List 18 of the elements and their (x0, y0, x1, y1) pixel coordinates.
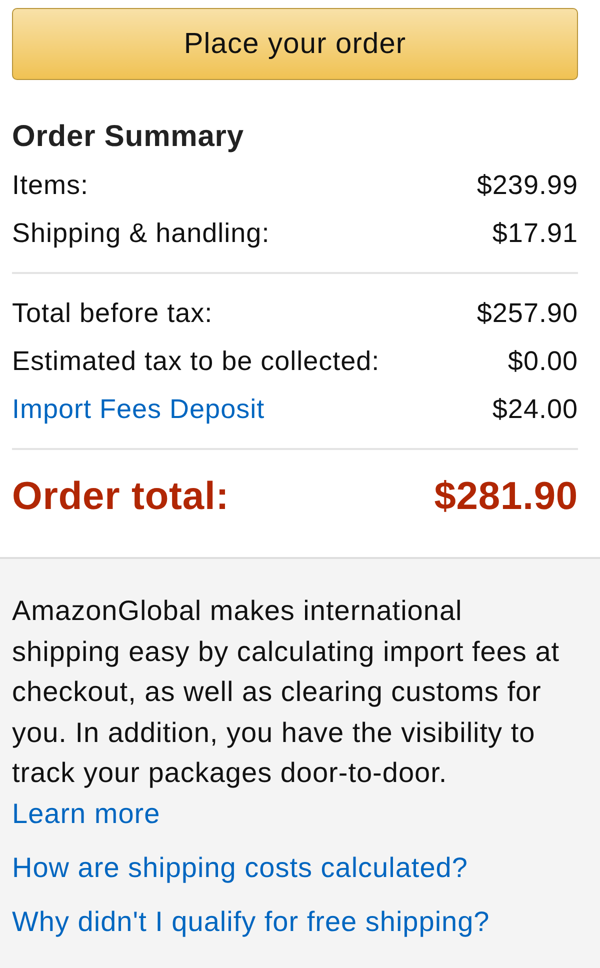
line-item-amount: $239.99 (476, 169, 578, 201)
order-total-label: Order total: (12, 475, 230, 519)
import-fees-link[interactable]: Import Fees Deposit (12, 393, 265, 425)
line-item-label: Estimated tax to be collected: (12, 345, 380, 377)
help-link[interactable]: Why didn't I qualify for free shipping? (12, 906, 490, 937)
line-item-amount: $24.00 (492, 393, 578, 425)
info-paragraph: AmazonGlobal makes international shipping easy by calculating import fees at checkout, as well as clearing customs for you. In addition, you have the visibility to track your packages door-to-door. Learn more (12, 594, 561, 830)
learn-more-link[interactable]: Learn more (12, 798, 160, 828)
line-item-label: Total before tax: (12, 297, 213, 329)
line-item-amount: $0.00 (508, 345, 578, 377)
line-item-amount: $17.91 (492, 217, 578, 249)
place-order-button[interactable]: Place your order (12, 8, 578, 80)
summary-title: Order Summary (12, 119, 244, 155)
line-item-amount: $257.90 (476, 297, 578, 329)
line-item-label: Shipping & handling: (12, 217, 270, 249)
line-item-label: Items: (12, 169, 89, 201)
order-total-amount: $281.90 (434, 475, 578, 519)
help-link[interactable]: How are shipping costs calculated? (12, 852, 468, 883)
